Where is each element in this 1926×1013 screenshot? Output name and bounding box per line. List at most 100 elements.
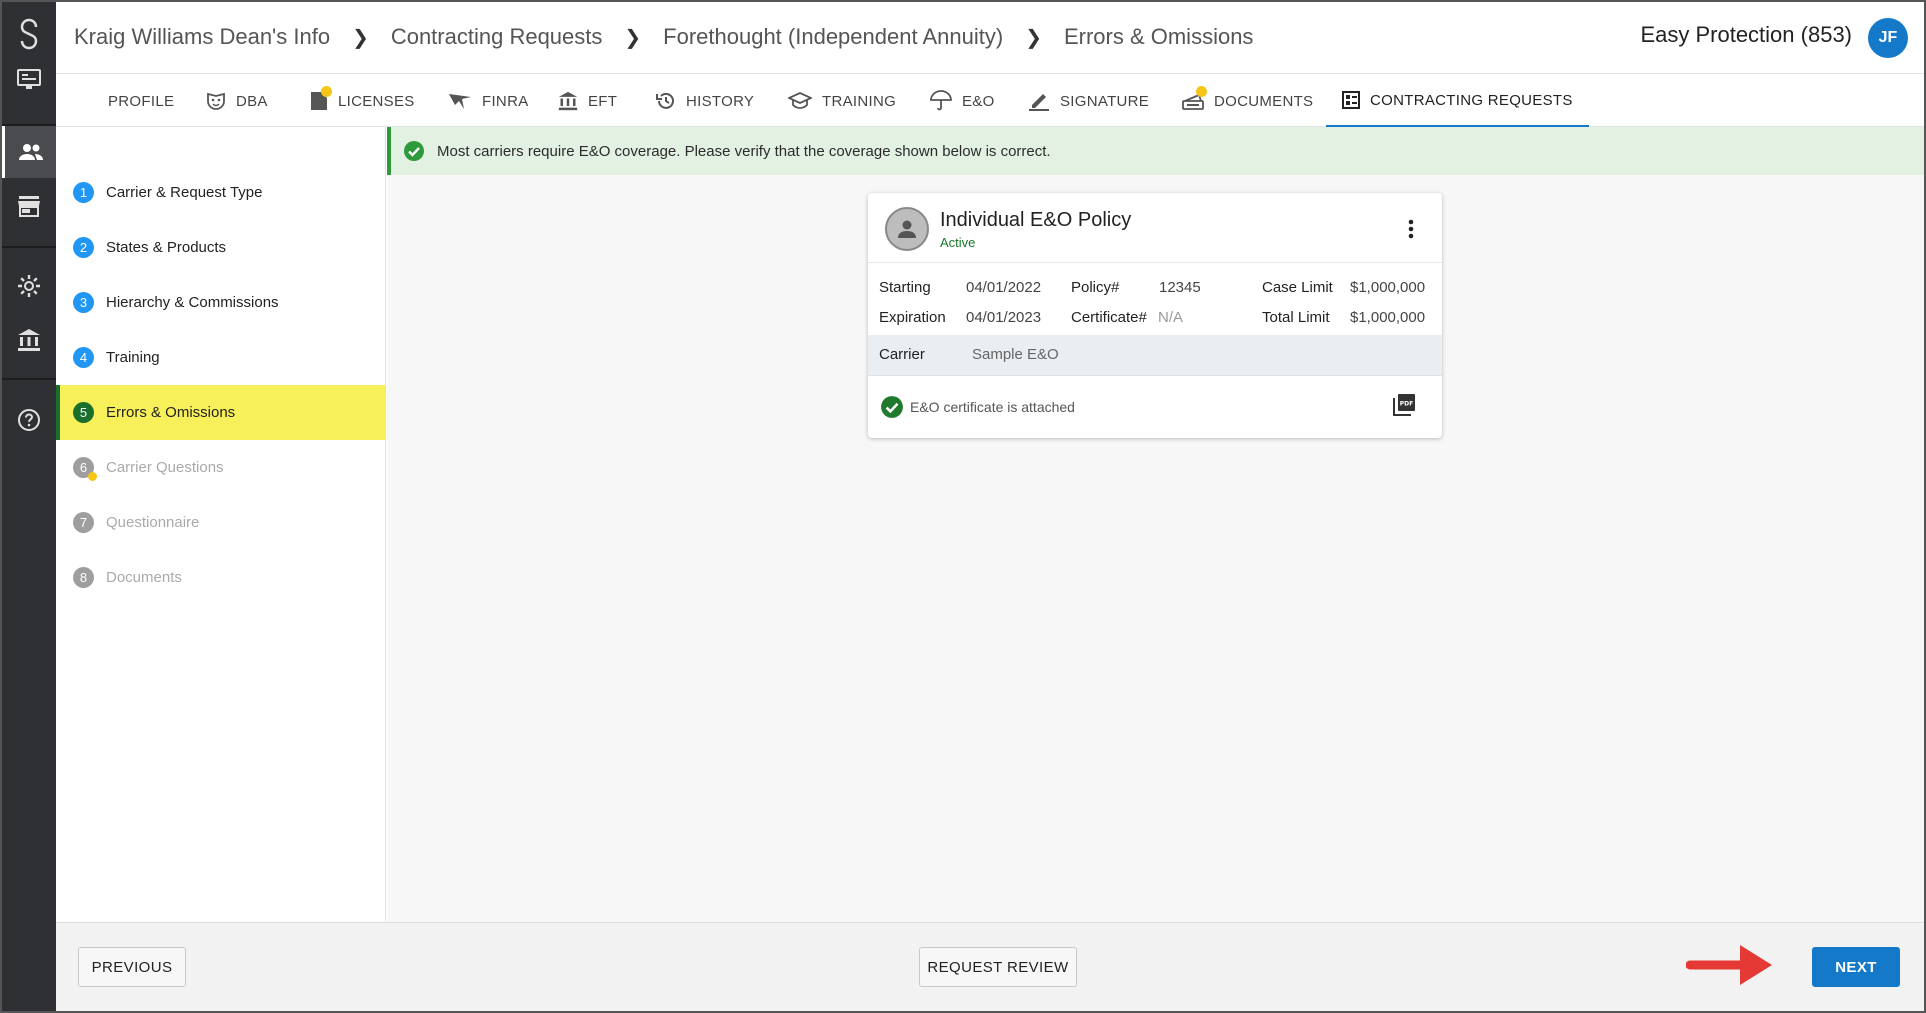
agency-name[interactable]: Easy Protection (853) xyxy=(1640,22,1852,48)
breadcrumb-agent[interactable]: Kraig Williams Dean's Info xyxy=(74,24,330,50)
bank-icon xyxy=(558,91,578,111)
expiration-label: Expiration xyxy=(879,309,946,326)
gear-icon[interactable] xyxy=(2,260,56,312)
carrier-value: Sample E&O xyxy=(972,346,1059,363)
help-icon[interactable] xyxy=(2,394,56,446)
carrier-row: Carrier Sample E&O xyxy=(868,335,1442,375)
tab-finra[interactable]: FINRA xyxy=(448,75,529,127)
bank-icon[interactable] xyxy=(2,314,56,366)
case-limit-label: Case Limit xyxy=(1262,279,1333,296)
breadcrumb-current: Errors & Omissions xyxy=(1063,24,1254,49)
tab-dba[interactable]: DBA xyxy=(206,75,268,127)
step-label: Training xyxy=(106,349,160,366)
step-number: 1 xyxy=(73,182,94,203)
wizard-footer: PREVIOUS REQUEST REVIEW NEXT xyxy=(56,922,1924,1011)
step-documents: 8 Documents xyxy=(56,550,385,605)
tab-signature[interactable]: SIGNATURE xyxy=(1028,75,1149,127)
step-carrier-request-type[interactable]: 1 Carrier & Request Type xyxy=(56,165,385,220)
step-errors-omissions[interactable]: 5 Errors & Omissions xyxy=(56,385,385,440)
tab-history[interactable]: HISTORY xyxy=(656,75,754,127)
tab-label: LICENSES xyxy=(338,92,415,110)
app-logo-icon[interactable] xyxy=(2,8,56,60)
expiration-value: 04/01/2023 xyxy=(966,309,1042,326)
case-limit-value: $1,000,000 xyxy=(1350,279,1426,296)
tab-label: HISTORY xyxy=(686,92,755,110)
tab-documents[interactable]: DOCUMENTS xyxy=(1182,75,1313,127)
carrier-label: Carrier xyxy=(879,346,925,363)
certificate-label: Certificate# xyxy=(1071,309,1147,326)
certificate-attached-text: E&O certificate is attached xyxy=(910,399,1075,415)
checklist-icon xyxy=(1342,91,1360,109)
alert-text: Most carriers require E&O coverage. Plea… xyxy=(437,142,1051,160)
tab-label: PROFILE xyxy=(108,92,175,110)
check-circle-icon xyxy=(404,141,424,161)
dashboard-icon[interactable] xyxy=(2,54,56,106)
tab-profile[interactable]: PROFILE xyxy=(108,75,174,127)
storefront-icon[interactable] xyxy=(2,180,56,232)
step-label: Errors & Omissions xyxy=(106,404,236,421)
mask-icon xyxy=(207,92,225,110)
profile-tabs: PROFILE DBA LICENSES FINRA EFT HISTORY T… xyxy=(56,75,1924,127)
total-limit-label: Total Limit xyxy=(1262,309,1330,326)
documents-warning-dot xyxy=(1196,86,1207,97)
request-review-button[interactable]: REQUEST REVIEW xyxy=(919,947,1077,987)
step-hierarchy-commissions[interactable]: 3 Hierarchy & Commissions xyxy=(56,275,385,330)
previous-button[interactable]: PREVIOUS xyxy=(78,947,186,987)
step-number: 5 xyxy=(73,402,94,423)
step-states-products[interactable]: 2 States & Products xyxy=(56,220,385,275)
chevron-right-icon: ❯ xyxy=(1025,26,1042,49)
breadcrumb: Kraig Williams Dean's Info ❯ Contracting… xyxy=(74,24,1253,50)
tab-contracting-requests[interactable]: CONTRACTING REQUESTS xyxy=(1326,75,1589,127)
eo-policy-card: Individual E&O Policy Active Starting 04… xyxy=(868,193,1442,438)
person-icon xyxy=(885,207,929,251)
total-limit-value: $1,000,000 xyxy=(1350,309,1426,326)
next-button[interactable]: NEXT xyxy=(1812,947,1900,987)
rail-divider xyxy=(2,378,56,380)
step-carrier-questions: 6 Carrier Questions xyxy=(56,440,385,495)
step-number: 3 xyxy=(73,292,94,313)
starting-label: Starting xyxy=(879,279,931,296)
policy-number-value: 12345 xyxy=(1159,279,1201,296)
coverage-alert: Most carriers require E&O coverage. Plea… xyxy=(387,127,1924,175)
certificate-value: N/A xyxy=(1158,309,1184,326)
tab-label: DOCUMENTS xyxy=(1214,92,1314,110)
red-arrow-pointer xyxy=(1686,945,1772,985)
licenses-warning-dot xyxy=(321,86,332,97)
app-rail xyxy=(2,2,56,1011)
tab-eft[interactable]: EFT xyxy=(558,75,617,127)
tab-eo[interactable]: E&O xyxy=(930,75,995,127)
step-label: Documents xyxy=(106,569,182,586)
step-label: Carrier & Request Type xyxy=(106,184,263,201)
step-label: Questionnaire xyxy=(106,514,200,531)
breadcrumb-carrier[interactable]: Forethought (Independent Annuity) xyxy=(663,24,1003,50)
policy-number-label: Policy# xyxy=(1071,279,1120,296)
starting-value: 04/01/2022 xyxy=(966,279,1042,296)
tab-label: SIGNATURE xyxy=(1060,92,1150,110)
umbrella-icon xyxy=(930,90,952,111)
pdf-icon[interactable]: PDF xyxy=(1392,393,1416,420)
svg-text:PDF: PDF xyxy=(1400,401,1413,408)
user-avatar[interactable]: JF xyxy=(1868,18,1908,58)
step-label: Hierarchy & Commissions xyxy=(106,294,279,311)
chevron-right-icon: ❯ xyxy=(624,26,642,49)
tab-training[interactable]: TRAINING xyxy=(788,75,896,127)
step-number: 8 xyxy=(73,567,94,588)
tab-label: DBA xyxy=(236,92,268,110)
more-vert-icon[interactable] xyxy=(1408,219,1414,244)
breadcrumb-contracting-requests[interactable]: Contracting Requests xyxy=(391,24,603,50)
step-number: 6 xyxy=(73,457,97,481)
policy-row-1: Starting 04/01/2022 Policy# 12345 Case L… xyxy=(868,273,1442,303)
rail-divider xyxy=(2,246,56,248)
people-icon[interactable] xyxy=(2,126,56,178)
pen-icon xyxy=(1029,94,1049,111)
tab-label: FINRA xyxy=(482,92,529,110)
tab-licenses[interactable]: LICENSES xyxy=(310,75,415,127)
policy-status: Active xyxy=(940,235,976,250)
tab-label: TRAINING xyxy=(822,92,897,110)
step-training[interactable]: 4 Training xyxy=(56,330,385,385)
top-bar: Kraig Williams Dean's Info ❯ Contracting… xyxy=(56,2,1924,74)
finra-icon xyxy=(449,94,471,109)
tab-label: EFT xyxy=(588,92,618,110)
graduation-cap-icon xyxy=(788,92,812,109)
wizard-steps: 1 Carrier & Request Type 2 States & Prod… xyxy=(56,127,386,922)
